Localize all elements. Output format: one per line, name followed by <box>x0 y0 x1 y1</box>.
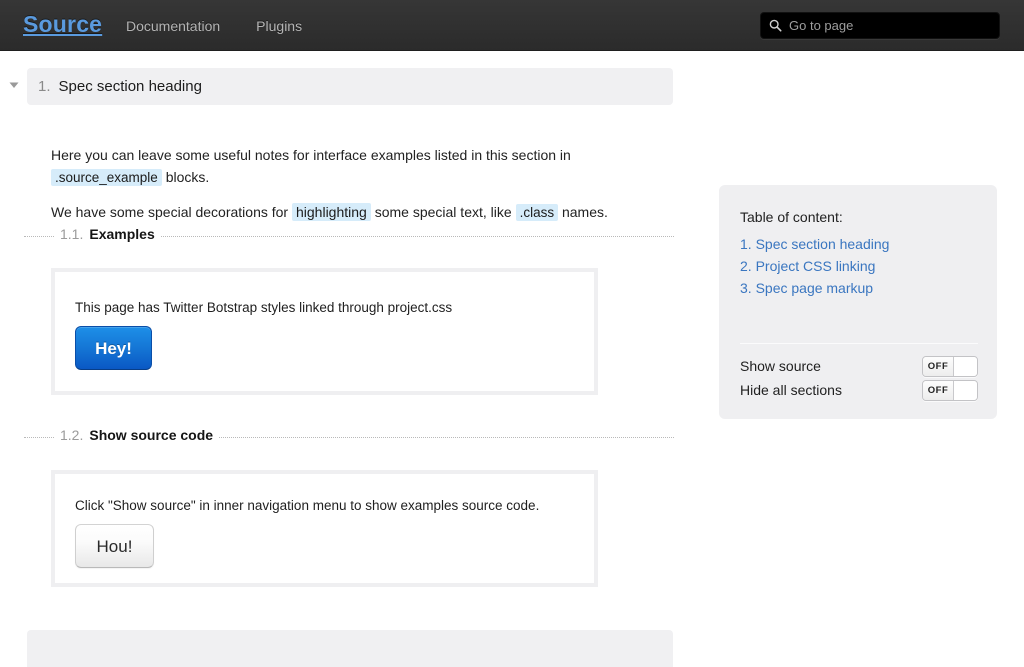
paragraph-text: Here you can leave some useful notes for… <box>51 147 571 163</box>
search-placeholder: Go to page <box>789 17 854 33</box>
code-chip-class: .class <box>515 204 559 221</box>
subsection-number: 1.1. <box>60 226 84 242</box>
example-text: This page has Twitter Botstrap styles li… <box>75 300 453 315</box>
hey-button[interactable]: Hey! <box>75 326 152 370</box>
toc-link-spec-page-markup[interactable]: 3. Spec page markup <box>740 277 889 299</box>
section-title: Spec section heading <box>58 77 202 95</box>
nav-link-documentation[interactable]: Documentation <box>126 17 220 35</box>
triangle-down-icon <box>6 77 22 93</box>
toc-list: 1. Spec section heading 2. Project CSS l… <box>740 233 889 299</box>
dotted-rule-left <box>24 235 54 237</box>
example-text: Click "Show source" in inner navigation … <box>75 498 540 513</box>
toggle-state-label: OFF <box>923 357 954 376</box>
hou-button[interactable]: Hou! <box>75 524 154 568</box>
subsection-title: Show source code <box>89 427 214 443</box>
brand-logo[interactable]: Source <box>23 11 102 38</box>
toc-divider <box>740 343 978 344</box>
toggle-knob <box>954 357 977 376</box>
subsection-heading-1-1: 1.1. Examples <box>24 225 674 244</box>
toc-link-spec-section-heading[interactable]: 1. Spec section heading <box>740 233 889 255</box>
hide-all-sections-row: Hide all sections OFF <box>740 379 978 402</box>
section-paragraph-2: We have some special decorations for hig… <box>51 201 651 224</box>
subsection-number: 1.2. <box>60 427 84 443</box>
primary-nav: Documentation Plugins <box>126 17 302 35</box>
toc-link-project-css-linking[interactable]: 2. Project CSS linking <box>740 255 889 277</box>
hide-all-sections-toggle[interactable]: OFF <box>922 380 978 401</box>
search-input[interactable]: Go to page <box>760 12 1000 39</box>
list-item: 2. Project CSS linking <box>740 255 889 277</box>
section-heading-1[interactable]: 1. Spec section heading <box>27 68 673 105</box>
code-chip-source-example: .source_example <box>51 169 162 186</box>
show-source-row: Show source OFF <box>740 355 978 378</box>
dotted-rule-right <box>219 436 674 438</box>
search-icon <box>769 19 782 32</box>
hide-all-sections-label: Hide all sections <box>740 382 842 398</box>
toc-title: Table of content: <box>740 209 843 225</box>
section-collapse-toggle[interactable] <box>6 77 22 93</box>
subsection-heading-1-2: 1.2. Show source code <box>24 426 674 445</box>
dotted-rule-left <box>24 436 54 438</box>
section-paragraph-1: Here you can leave some useful notes for… <box>51 144 651 189</box>
list-item: 3. Spec page markup <box>740 277 889 299</box>
top-navbar: Source Documentation Plugins Go to page <box>0 0 1024 51</box>
paragraph-text-tail: blocks. <box>161 169 210 185</box>
paragraph-text-mid: some special text, like <box>370 204 516 220</box>
example-box-2: Click "Show source" in inner navigation … <box>51 470 598 587</box>
toggle-state-label: OFF <box>923 381 954 400</box>
show-source-toggle[interactable]: OFF <box>922 356 978 377</box>
toggle-knob <box>954 381 977 400</box>
section-number: 1. <box>38 77 51 95</box>
subsection-title: Examples <box>89 226 155 242</box>
highlight-chip: highlighting <box>291 203 371 221</box>
dotted-rule-right <box>160 235 674 237</box>
paragraph-text: We have some special decorations for <box>51 204 292 220</box>
list-item: 1. Spec section heading <box>740 233 889 255</box>
table-of-content-panel: Table of content: 1. Spec section headin… <box>719 185 997 419</box>
show-source-label: Show source <box>740 358 821 374</box>
nav-link-plugins[interactable]: Plugins <box>256 17 302 35</box>
section-heading-2-partial[interactable] <box>27 630 673 667</box>
example-box-1: This page has Twitter Botstrap styles li… <box>51 268 598 395</box>
paragraph-text-tail: names. <box>558 204 608 220</box>
